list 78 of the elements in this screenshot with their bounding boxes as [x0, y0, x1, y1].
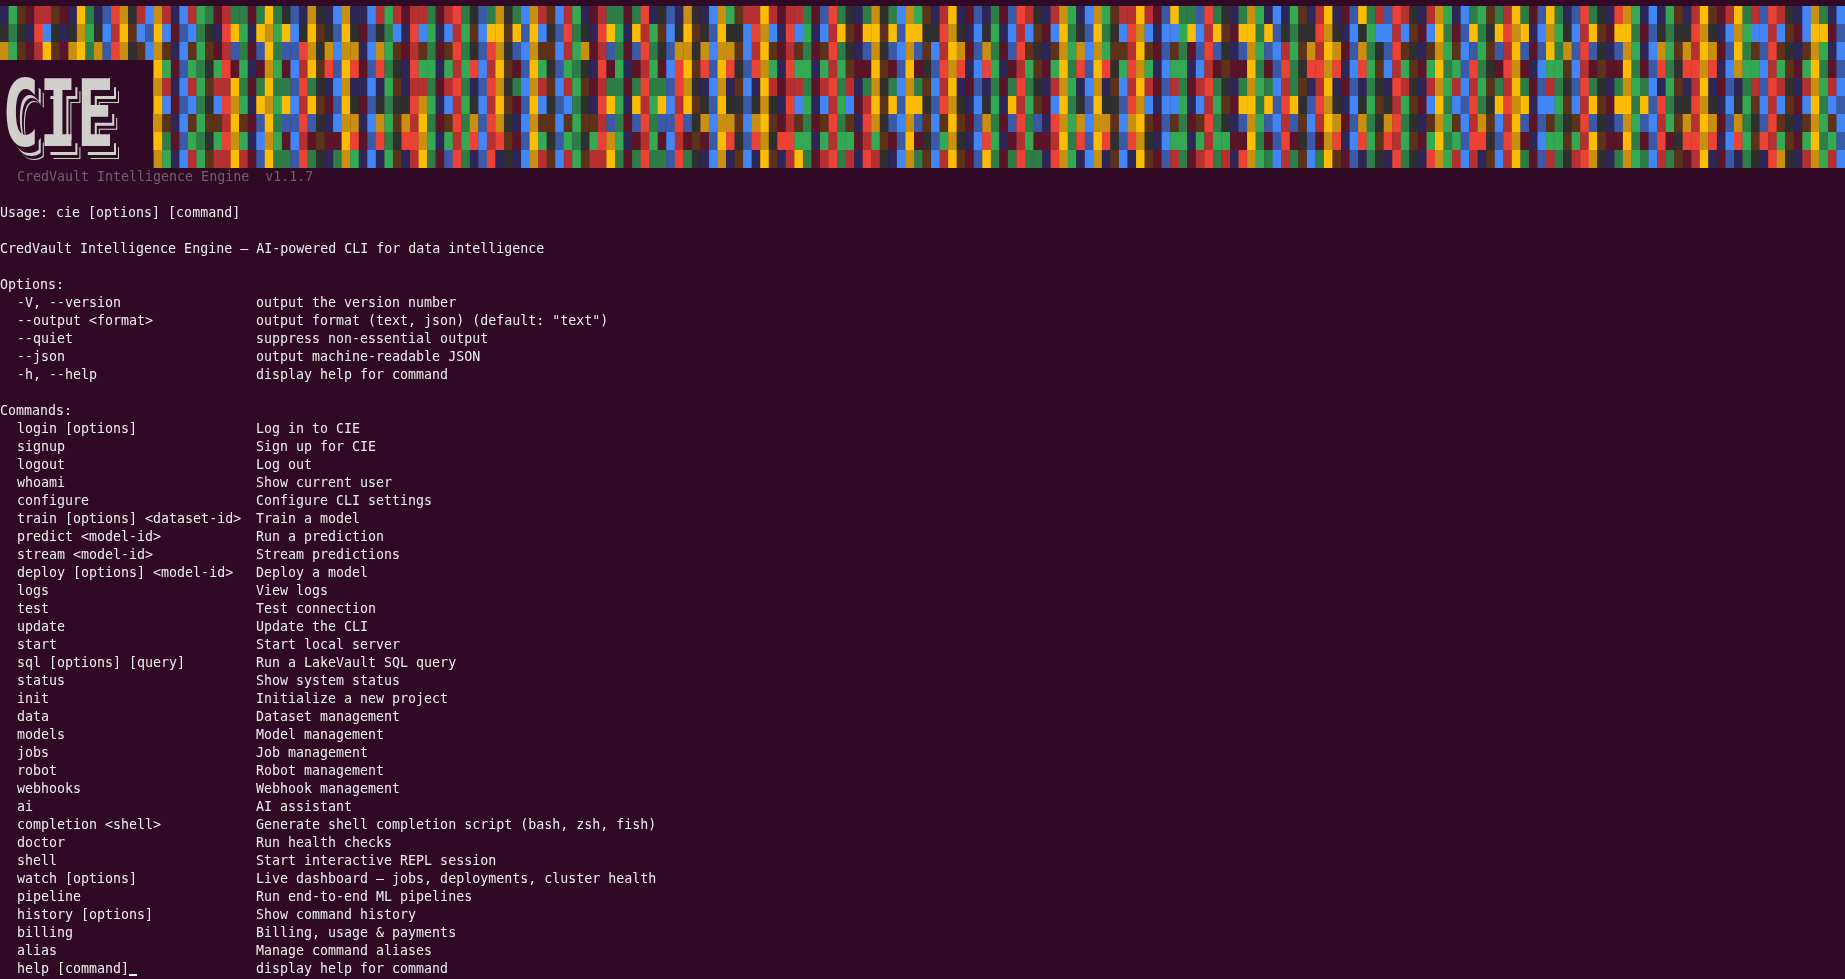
option-name: pipeline [17, 888, 82, 906]
option-name: logout [17, 456, 66, 474]
option-name: train [options] <dataset-id> [17, 510, 242, 528]
command-description: Show command history [256, 906, 417, 924]
command-description: Webhook management [256, 780, 401, 798]
option-name: webhooks [17, 780, 82, 798]
command-description: Live dashboard — jobs, deployments, cluster health [256, 870, 657, 888]
option-name: update [17, 618, 66, 636]
option-name: predict <model-id> [17, 528, 162, 546]
command-description: Robot management [256, 762, 385, 780]
command-description: Test connection [256, 600, 377, 618]
command-description: Manage command aliases [256, 942, 433, 960]
command-description: Model management [256, 726, 385, 744]
section-heading: Commands: [0, 403, 73, 418]
option-name: deploy [options] <model-id> [17, 564, 234, 582]
command-description: display help for command [256, 366, 449, 384]
command-description: Deploy a model [256, 564, 369, 582]
command-description: Start interactive REPL session [256, 852, 497, 870]
option-name: alias [17, 942, 58, 960]
command-description: View logs [256, 582, 329, 600]
command-description: Billing, usage & payments [256, 924, 457, 942]
option-name: login [options] [17, 420, 138, 438]
option-name: data [17, 708, 50, 726]
option-name: models [17, 726, 66, 744]
command-description: Job management [256, 744, 369, 762]
command-description: display help for command [256, 960, 449, 978]
command-description: Run health checks [256, 834, 393, 852]
option-name: completion <shell> [17, 816, 162, 834]
option-name: history [options] [17, 906, 154, 924]
command-description: output format (text, json) (default: "text") [256, 312, 609, 330]
option-name: --quiet [17, 330, 74, 348]
option-name: configure [17, 492, 90, 510]
option-name: sql [options] [query] [17, 654, 186, 672]
command-description: Run a LakeVault SQL query [256, 654, 457, 672]
option-name: ai [17, 798, 33, 816]
command-description: Generate shell completion script (bash, zsh, fish) [256, 816, 657, 834]
command-description: Dataset management [256, 708, 401, 726]
command-description: Configure CLI settings [256, 492, 433, 510]
banner-subtitle: CredVault Intelligence Engine v1.1.7 [17, 169, 314, 184]
usage-line: Usage: cie [options] [command] [0, 205, 241, 220]
command-description: Sign up for CIE [256, 438, 377, 456]
command-description: Train a model [256, 510, 361, 528]
option-name: -V, --version [17, 294, 122, 312]
command-description: Log in to CIE [256, 420, 361, 438]
option-name: status [17, 672, 66, 690]
option-name: billing [17, 924, 74, 942]
option-name: test [17, 600, 50, 618]
option-name: -h, --help [17, 366, 98, 384]
option-name: help [command] [17, 960, 130, 978]
command-description: Show current user [256, 474, 393, 492]
command-description: output machine-readable JSON [256, 348, 481, 366]
description-line: CredVault Intelligence Engine — AI-powered CLI for data intelligence [0, 241, 545, 256]
command-description: Show system status [256, 672, 401, 690]
command-description: Initialize a new project [256, 690, 449, 708]
logo: CIE [0, 60, 153, 168]
option-name: watch [options] [17, 870, 138, 888]
option-name: start [17, 636, 58, 654]
command-description: AI assistant [256, 798, 353, 816]
option-name: init [17, 690, 50, 708]
command-description: Run a prediction [256, 528, 385, 546]
option-name: shell [17, 852, 58, 870]
option-name: doctor [17, 834, 66, 852]
command-description: Start local server [256, 636, 401, 654]
option-name: jobs [17, 744, 50, 762]
command-description: Update the CLI [256, 618, 369, 636]
command-description: Run end-to-end ML pipelines [256, 888, 473, 906]
option-name: logs [17, 582, 50, 600]
option-name: signup [17, 438, 66, 456]
option-name: --output <format> [17, 312, 154, 330]
command-description: Stream predictions [256, 546, 401, 564]
command-description: Log out [256, 456, 313, 474]
command-description: output the version number [256, 294, 457, 312]
option-name: stream <model-id> [17, 546, 154, 564]
option-name: robot [17, 762, 58, 780]
command-description: suppress non-essential output [256, 330, 489, 348]
option-name: whoami [17, 474, 66, 492]
option-name: --json [17, 348, 66, 366]
section-heading: Options: [0, 277, 65, 292]
